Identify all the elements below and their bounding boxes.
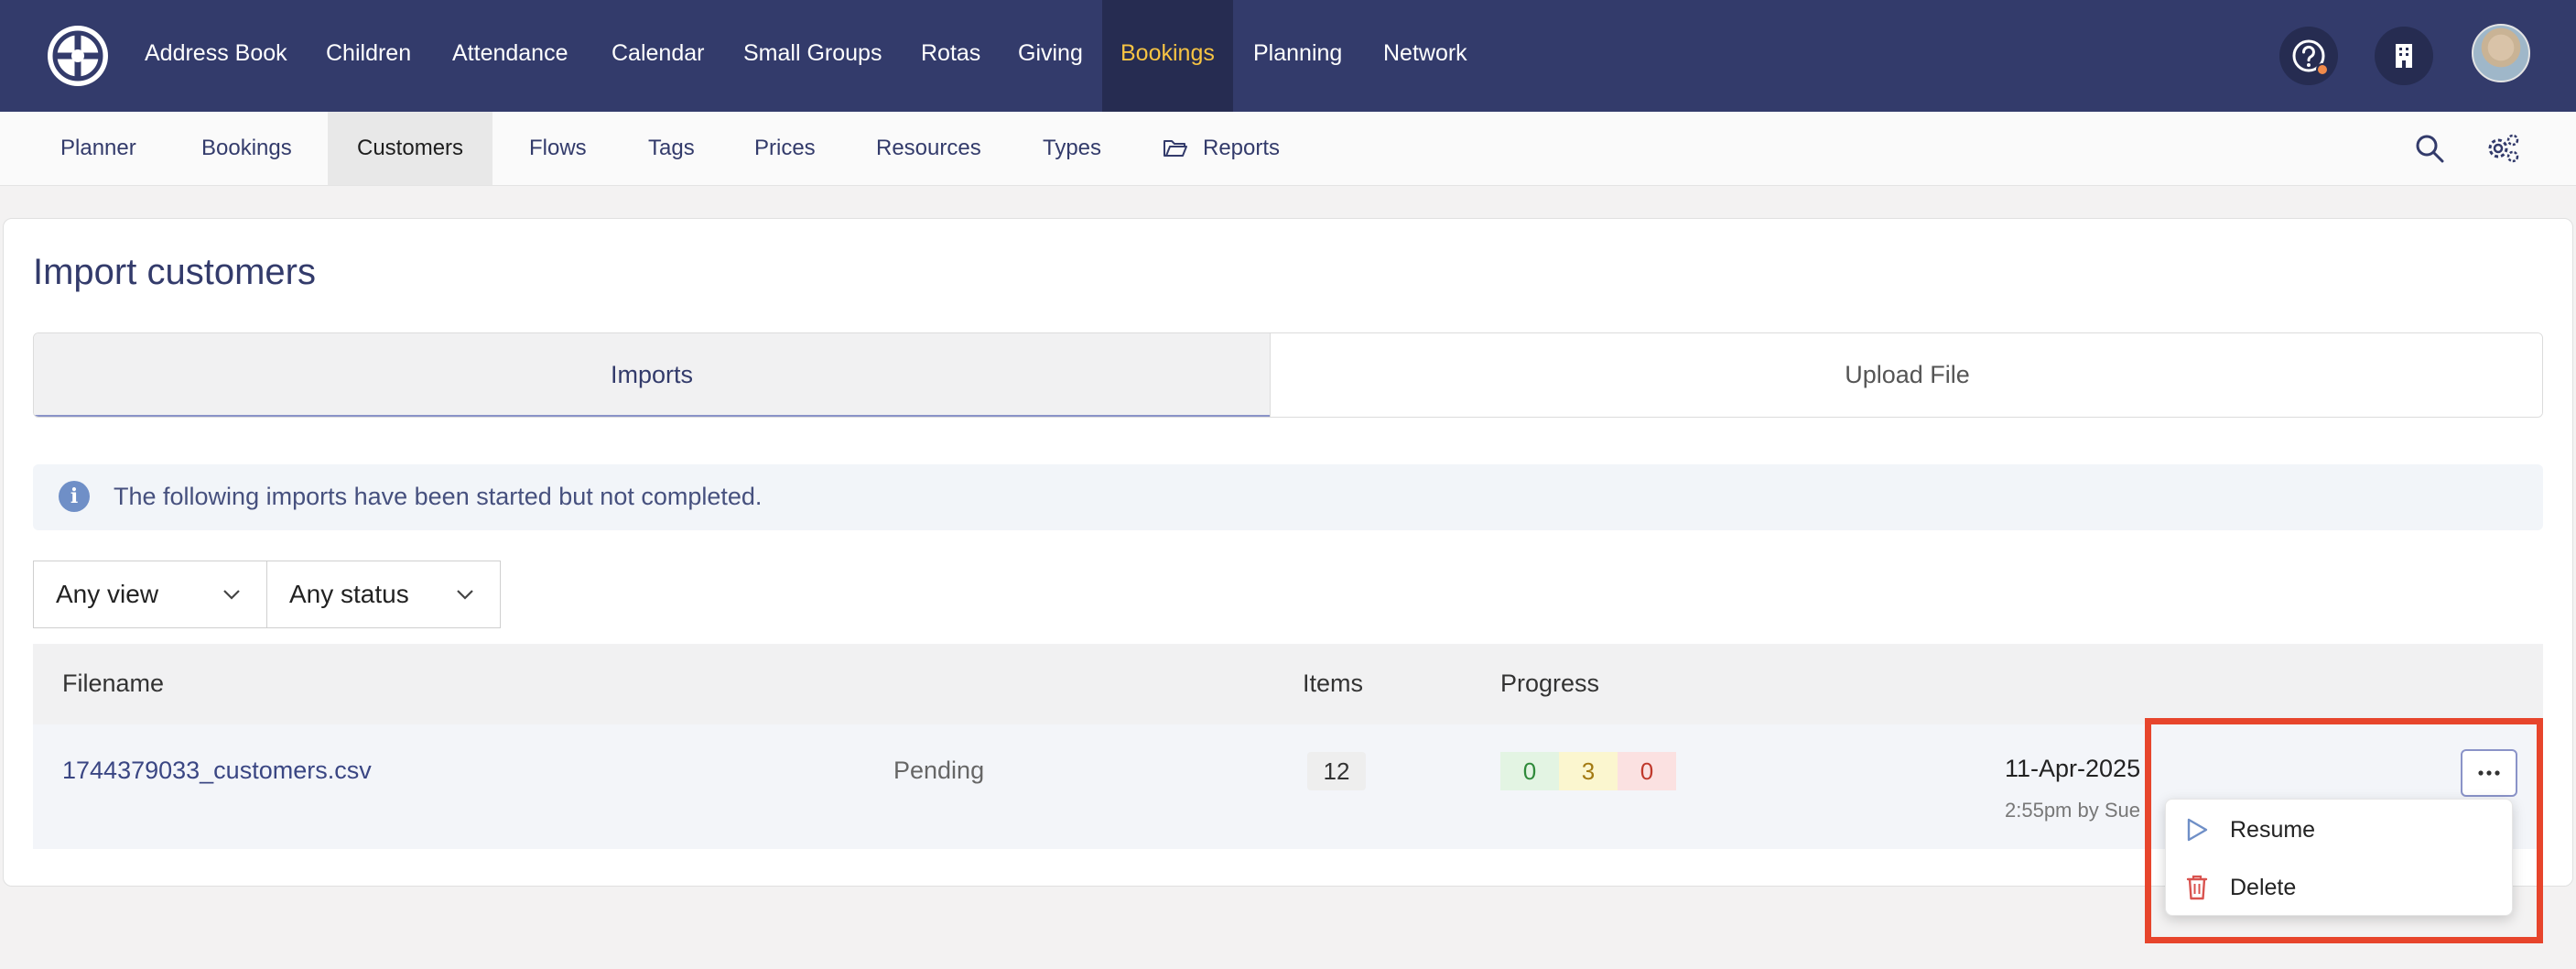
tab-flows[interactable]: Flows [529, 112, 587, 185]
nav-small-groups[interactable]: Small Groups [743, 0, 882, 112]
column-progress: Progress [1500, 670, 1600, 697]
play-icon [2187, 818, 2208, 842]
building-icon [2396, 44, 2412, 68]
menu-item-delete[interactable]: Delete [2182, 865, 2494, 910]
import-status: Pending [893, 757, 985, 784]
info-alert: i The following imports have been starte… [33, 464, 2543, 530]
notification-dot [2316, 63, 2329, 76]
nav-calendar[interactable]: Calendar [612, 0, 704, 112]
import-tabs: Imports Upload File [33, 332, 2543, 418]
page-title: Import customers [33, 252, 316, 292]
sub-navigation: Planner Bookings Customers Flows Tags Pr… [0, 112, 2576, 186]
progress-pending-count: 3 [1559, 752, 1618, 790]
tab-types[interactable]: Types [1043, 112, 1101, 185]
menu-item-label: Resume [2230, 816, 2316, 843]
progress-error-count: 0 [1618, 752, 1676, 790]
nav-rotas[interactable]: Rotas [921, 0, 980, 112]
row-actions-menu: Resume Delete [2165, 799, 2513, 916]
items-count-badge: 12 [1307, 752, 1366, 790]
tab-bookings[interactable]: Bookings [201, 112, 292, 185]
avatar[interactable] [2472, 24, 2530, 82]
nav-children[interactable]: Children [326, 0, 411, 112]
tab-planner[interactable]: Planner [60, 112, 136, 185]
info-message: The following imports have been started … [114, 483, 763, 510]
folder-icon [1164, 140, 1187, 157]
search-icon [2416, 135, 2444, 163]
settings-button[interactable] [2483, 128, 2523, 169]
tab-imports[interactable]: Imports [34, 333, 1270, 417]
column-items: Items [1303, 670, 1364, 697]
status-filter-value: Any status [289, 580, 409, 608]
nav-giving[interactable]: Giving [1018, 0, 1083, 112]
more-horizontal-icon [2478, 770, 2500, 776]
tab-upload-file[interactable]: Upload File [1270, 333, 2542, 417]
help-button[interactable] [2279, 27, 2338, 85]
settings-icon [2488, 134, 2519, 163]
nav-network[interactable]: Network [1383, 0, 1467, 112]
import-byline: 2:55pm by Sue [2005, 799, 2140, 822]
row-actions-button[interactable] [2461, 749, 2517, 797]
view-filter-select[interactable]: Any view [33, 561, 267, 628]
tab-resources[interactable]: Resources [876, 112, 981, 185]
trash-icon [2186, 875, 2208, 900]
nav-attendance[interactable]: Attendance [452, 0, 568, 112]
info-icon: i [59, 481, 90, 512]
organisation-button[interactable] [2375, 27, 2433, 85]
tab-customers[interactable]: Customers [328, 112, 493, 185]
chevron-down-icon [223, 590, 240, 600]
chevron-down-icon [457, 590, 473, 600]
column-filename: Filename [62, 670, 165, 697]
menu-item-resume[interactable]: Resume [2182, 807, 2494, 853]
import-date: 11-Apr-2025 [2005, 755, 2141, 782]
nav-bookings[interactable]: Bookings [1102, 0, 1233, 112]
progress-success-count: 0 [1500, 752, 1559, 790]
nav-address-book[interactable]: Address Book [145, 0, 287, 112]
tab-reports[interactable]: Reports [1203, 112, 1280, 185]
status-filter-select[interactable]: Any status [266, 561, 501, 628]
table-header: Filename Items Progress [33, 644, 2543, 724]
menu-item-label: Delete [2230, 874, 2297, 900]
top-navigation: Address Book Children Attendance Calenda… [0, 0, 2576, 112]
logo-icon[interactable] [46, 24, 110, 88]
nav-planning[interactable]: Planning [1253, 0, 1342, 112]
view-filter-value: Any view [56, 580, 159, 608]
tab-tags[interactable]: Tags [648, 112, 695, 185]
search-button[interactable] [2409, 128, 2450, 169]
tab-prices[interactable]: Prices [754, 112, 816, 185]
import-filename-link[interactable]: 1744379033_customers.csv [62, 757, 372, 785]
